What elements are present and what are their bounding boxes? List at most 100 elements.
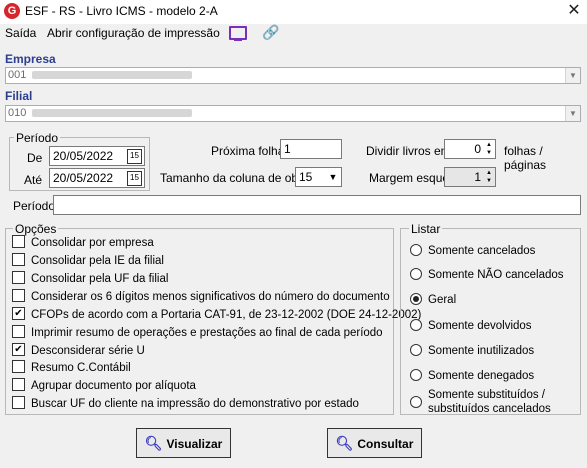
option-label: Considerar os 6 dígitos menos significat… — [31, 291, 390, 303]
checkbox[interactable] — [12, 271, 25, 285]
option-label: Imprimir resumo de operações e prestaçõe… — [31, 327, 383, 339]
option-label: Somente denegados — [428, 370, 535, 382]
option-label: Geral — [428, 294, 457, 306]
opcao-cfops[interactable]: ✔ CFOPs de acordo com a Portaria CAT-91, … — [12, 307, 422, 324]
chevron-down-icon[interactable]: ▼ — [565, 68, 580, 83]
spinner-arrows-icon[interactable]: ▲ ▼ — [484, 141, 494, 157]
option-label: Consolidar pela UF da filial — [31, 273, 169, 285]
magnifier-icon: 🔍︎ — [335, 435, 354, 451]
option-label: Agrupar documento por alíquota — [31, 380, 196, 392]
empresa-label: Empresa — [5, 52, 56, 66]
radio[interactable] — [410, 368, 422, 381]
margem-esquerda-value: 1 — [474, 170, 481, 184]
monitor-icon[interactable] — [229, 26, 247, 41]
option-label: Buscar UF do cliente na impressão do dem… — [31, 398, 359, 410]
calendar-icon[interactable]: 15 — [127, 171, 142, 186]
folhas-paginas-label: folhas / páginas — [504, 144, 547, 172]
consultar-button[interactable]: 🔍︎ Consultar — [327, 428, 422, 458]
tamanho-coluna-value: 15 — [299, 170, 313, 184]
filial-value: 010 — [8, 107, 27, 119]
opcao-imprimir-resumo[interactable]: Imprimir resumo de operações e prestaçõe… — [12, 325, 383, 342]
option-label: Somente devolvidos — [428, 320, 532, 332]
chevron-down-icon[interactable]: ▼ — [326, 169, 340, 185]
visualizar-button[interactable]: 🔍︎ Visualizar — [136, 428, 231, 458]
empresa-value: 001 — [8, 69, 27, 81]
checkbox[interactable] — [12, 378, 25, 392]
listar-inutilizados[interactable]: Somente inutilizados — [410, 343, 535, 358]
opcao-desconsiderar-serie[interactable]: ✔ Desconsiderar série U — [12, 343, 145, 360]
listar-nao-cancelados[interactable]: Somente NÃO cancelados — [410, 267, 564, 282]
opcao-consolidar-ie[interactable]: Consolidar pela IE da filial — [12, 253, 164, 270]
periodo-group-label: Período — [14, 131, 61, 145]
radio[interactable] — [410, 243, 422, 256]
opcao-buscar-uf[interactable]: Buscar UF do cliente na impressão do dem… — [12, 396, 359, 413]
option-label: Somente inutilizados — [428, 345, 535, 357]
listar-somente-cancelados[interactable]: Somente cancelados — [410, 243, 536, 258]
checkbox[interactable] — [12, 289, 25, 303]
listar-devolvidos[interactable]: Somente devolvidos — [410, 318, 532, 333]
tamanho-coluna-select[interactable]: 15 ▼ — [295, 167, 342, 187]
de-label: De — [27, 151, 43, 165]
radio[interactable] — [410, 343, 422, 356]
opcao-agrupar-aliquota[interactable]: Agrupar documento por alíquota — [12, 378, 196, 395]
radio[interactable] — [410, 396, 422, 408]
dividir-livros-label: Dividir livros em — [366, 144, 451, 158]
checkbox[interactable] — [12, 325, 25, 339]
ate-date-value: 20/05/2022 — [53, 171, 114, 185]
close-icon[interactable]: ✕ — [563, 1, 585, 21]
consultar-label: Consultar — [357, 437, 414, 451]
magnifier-icon: 🔍︎ — [144, 435, 163, 451]
link-icon[interactable]: 🔗 — [262, 24, 279, 41]
filial-label: Filial — [5, 89, 33, 103]
proxima-folha-input[interactable]: 1 — [280, 139, 342, 159]
calendar-icon[interactable]: 15 — [127, 149, 142, 164]
opcoes-group-label: Opções — [13, 222, 59, 236]
menu-item-abrir-configuracao[interactable]: Abrir configuração de impressão — [47, 26, 220, 40]
tamanho-coluna-label: Tamanho da coluna de obs. — [160, 171, 308, 185]
listar-group-label: Listar — [409, 222, 443, 236]
opcao-consolidar-empresa[interactable]: Consolidar por empresa — [12, 235, 154, 252]
listar-geral[interactable]: Geral — [410, 292, 457, 307]
periodo-text-label: Período — [13, 199, 56, 213]
margem-esquerda-spinner[interactable]: 1 ▲ ▼ — [444, 167, 496, 187]
dividir-livros-value: 0 — [474, 142, 481, 156]
checkbox[interactable] — [12, 360, 25, 374]
listar-substituidos[interactable]: Somente substituídos / substituídos canc… — [410, 388, 551, 416]
opcao-seis-digitos[interactable]: Considerar os 6 dígitos menos significat… — [12, 289, 390, 306]
option-label: Resumo C.Contábil — [31, 362, 131, 374]
checkbox[interactable] — [12, 396, 25, 410]
option-label: Somente substituídos / — [428, 389, 545, 401]
option-label: Somente cancelados — [428, 245, 536, 257]
option-label: Somente NÃO cancelados — [428, 269, 564, 281]
window-title: ESF - RS - Livro ICMS - modelo 2-A — [25, 4, 218, 18]
radio[interactable] — [410, 267, 422, 280]
option-label: Desconsiderar série U — [31, 345, 145, 357]
checkbox[interactable] — [12, 253, 25, 267]
opcao-consolidar-uf[interactable]: Consolidar pela UF da filial — [12, 271, 169, 288]
proxima-folha-label: Próxima folha — [211, 144, 285, 158]
spinner-arrows-icon[interactable]: ▲ ▼ — [484, 169, 494, 185]
app-logo-icon: G — [4, 3, 20, 19]
de-date-value: 20/05/2022 — [53, 149, 114, 163]
visualizar-label: Visualizar — [166, 437, 223, 451]
ate-label: Até — [24, 173, 43, 187]
chevron-down-icon[interactable]: ▼ — [565, 106, 580, 121]
option-label: Consolidar por empresa — [31, 237, 154, 249]
ate-date-field[interactable]: 20/05/2022 15 — [49, 168, 145, 188]
periodo-text-input[interactable] — [53, 195, 581, 215]
opcao-resumo-contabil[interactable]: Resumo C.Contábil — [12, 360, 131, 377]
radio[interactable] — [410, 318, 422, 331]
checkbox-checked[interactable]: ✔ — [12, 343, 25, 357]
empresa-combo[interactable]: 001 ▼ — [5, 67, 581, 84]
de-date-field[interactable]: 20/05/2022 15 — [49, 146, 145, 166]
option-label-line2: substituídos cancelados — [428, 403, 551, 415]
checkbox-checked[interactable]: ✔ — [12, 307, 25, 321]
menu-item-saida[interactable]: Saída — [5, 26, 36, 40]
radio-selected[interactable] — [410, 292, 422, 305]
dividir-livros-spinner[interactable]: 0 ▲ ▼ — [444, 139, 496, 159]
option-label: Consolidar pela IE da filial — [31, 255, 164, 267]
listar-denegados[interactable]: Somente denegados — [410, 368, 535, 383]
option-label: CFOPs de acordo com a Portaria CAT-91, d… — [31, 309, 422, 321]
checkbox[interactable] — [12, 235, 25, 249]
filial-combo[interactable]: 010 ▼ — [5, 105, 581, 122]
